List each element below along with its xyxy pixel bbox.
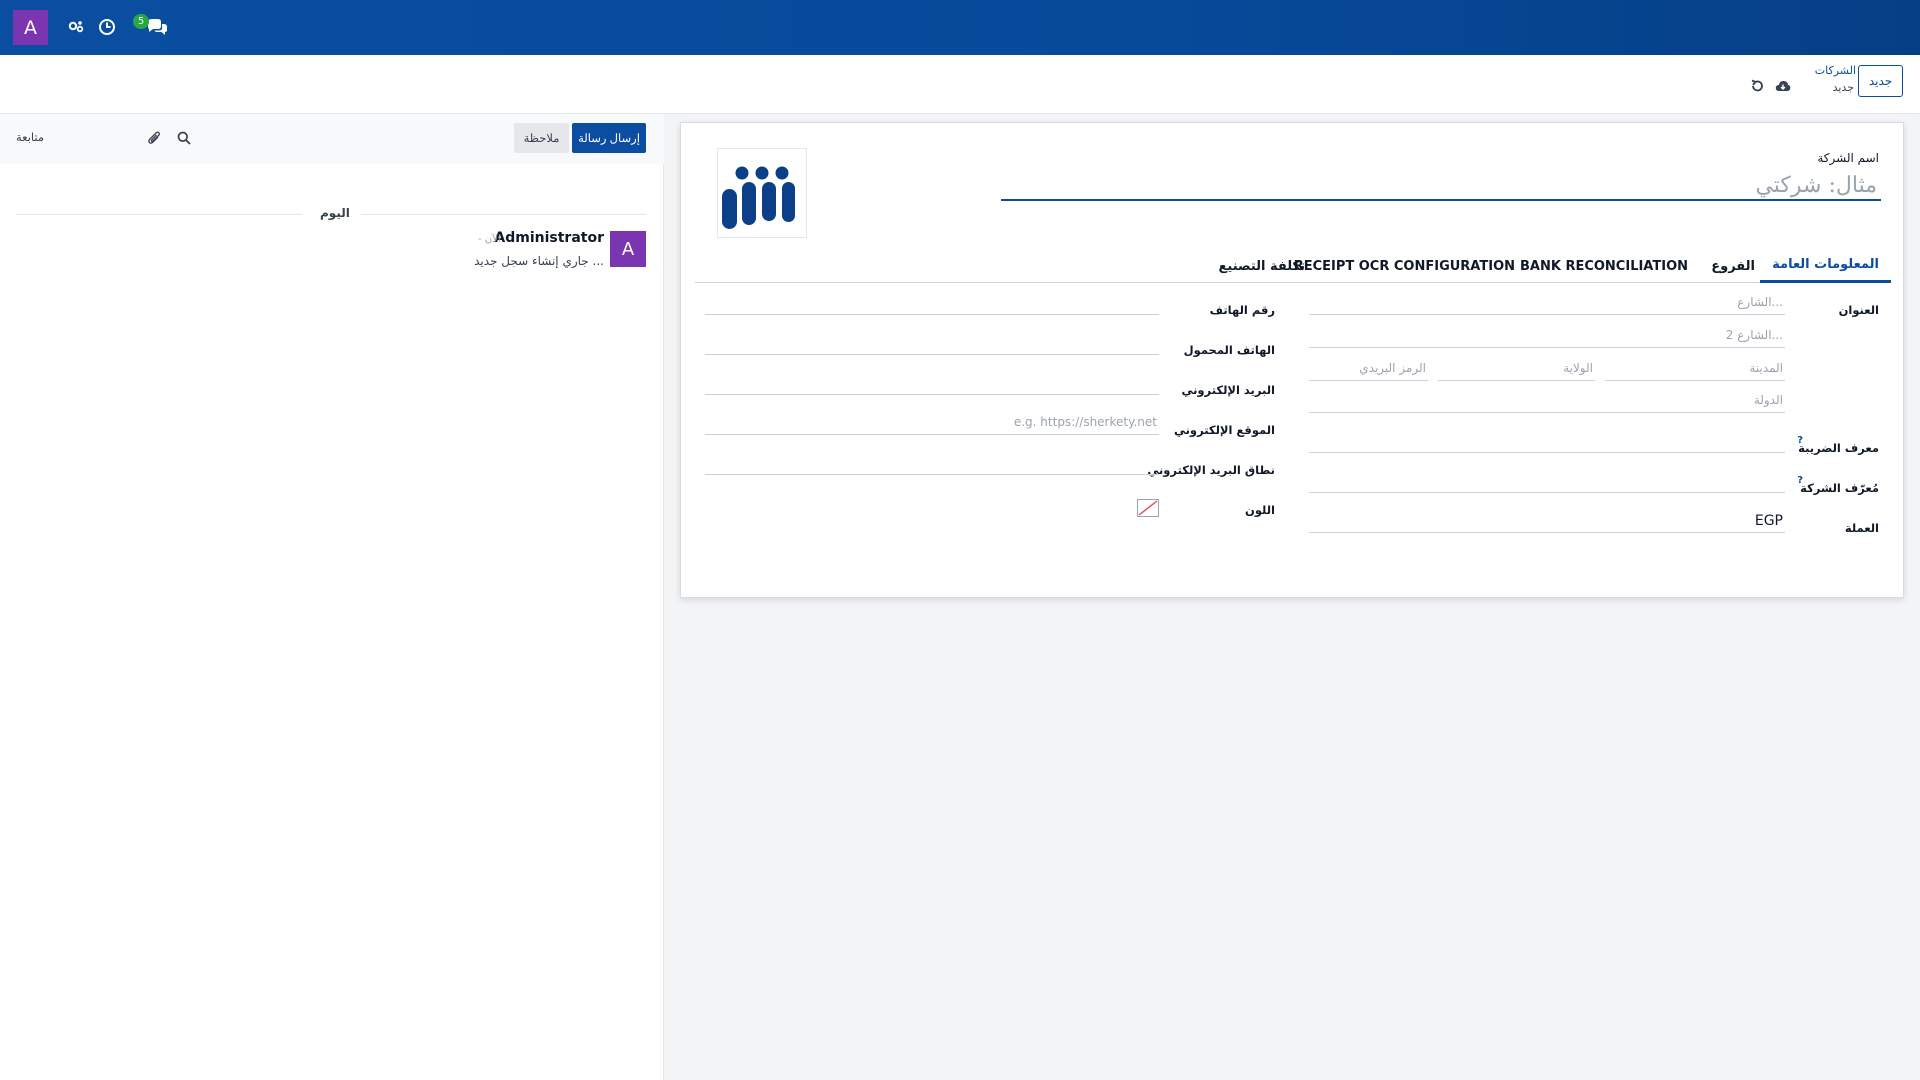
phone-input[interactable] — [705, 291, 1159, 315]
tab-receipt-ocr-configuration[interactable]: RECEIPT OCR CONFIGURATION — [1282, 249, 1527, 283]
top-navbar: A 5 — [0, 0, 1920, 55]
messages-count-badge: 5 — [133, 14, 149, 29]
message-body: جاري إنشاء سجل جديد ... — [474, 254, 604, 268]
color-label: اللون — [1245, 503, 1275, 517]
tab-general-info[interactable]: المعلومات العامة — [1760, 249, 1891, 283]
chatter-topbar: إرسال رسالة ملاحظة متابعة — [0, 114, 664, 164]
company-name-label: اسم الشركة — [1817, 151, 1879, 165]
currency-select[interactable]: EGP — [1309, 509, 1785, 533]
discard-icon[interactable] — [1748, 77, 1766, 95]
tax-id-input[interactable] — [1309, 429, 1785, 453]
country-input[interactable] — [1309, 389, 1785, 413]
settings-users-icon[interactable] — [64, 15, 88, 39]
address-label: العنوان — [1838, 303, 1879, 317]
form-tabs: المعلومات العامة الفروع BANK RECONCILIAT… — [695, 249, 1891, 283]
message-author-name[interactable]: Administrator — [494, 230, 604, 246]
email-input[interactable] — [705, 371, 1159, 395]
log-note-button[interactable]: ملاحظة — [514, 123, 569, 153]
send-message-button[interactable]: إرسال رسالة — [572, 123, 646, 153]
control-panel: جديد الشركات جديد — [0, 55, 1920, 114]
tax-id-label: معرف الضريبة — [1798, 441, 1879, 455]
tab-manufacturing-cost[interactable]: تكلفة التصنيع — [1207, 249, 1317, 283]
tax-id-help-icon[interactable]: ? — [1797, 435, 1803, 446]
day-separator-label: اليوم — [320, 206, 350, 220]
tab-bank-reconciliation[interactable]: BANK RECONCILIATION — [1508, 249, 1700, 283]
breadcrumb-current: جديد — [1832, 81, 1854, 94]
website-label: الموقع الإلكتروني — [1173, 423, 1275, 437]
clock-icon[interactable] — [95, 15, 119, 39]
state-input[interactable] — [1438, 357, 1595, 381]
company-form-sheet: اسم الشركة المعلومات العامة الفروع BANK … — [680, 122, 1904, 598]
follow-button[interactable]: متابعة — [16, 130, 44, 144]
street-input[interactable] — [1309, 291, 1785, 315]
color-picker[interactable] — [1137, 499, 1159, 517]
zip-input[interactable] — [1309, 357, 1428, 381]
day-separator: اليوم — [16, 204, 646, 224]
phone-label: رقم الهاتف — [1209, 303, 1275, 317]
chatter-panel: إرسال رسالة ملاحظة متابعة اليوم A Admini… — [0, 114, 664, 1080]
email-label: البريد الإلكتروني — [1181, 383, 1275, 397]
company-name-input[interactable] — [1001, 171, 1881, 201]
search-icon[interactable] — [175, 129, 193, 147]
mobile-input[interactable] — [705, 331, 1159, 355]
paperclip-icon[interactable] — [145, 129, 163, 147]
message-author-avatar[interactable]: A — [610, 231, 646, 267]
street2-input[interactable] — [1309, 324, 1785, 348]
currency-label: العملة — [1844, 521, 1879, 535]
message-timestamp: - الآن — [478, 234, 501, 245]
email-domain-label: نطاق البريد الإلكتروني — [1147, 463, 1275, 477]
breadcrumb-parent[interactable]: الشركات — [1815, 64, 1856, 77]
cloud-save-icon[interactable] — [1774, 77, 1792, 95]
email-domain-input[interactable] — [705, 451, 1159, 475]
website-input[interactable] — [705, 411, 1159, 435]
mobile-label: الهاتف المحمول — [1183, 343, 1275, 357]
company-id-label: مُعرّف الشركة — [1800, 481, 1879, 495]
new-record-button[interactable]: جديد — [1858, 65, 1903, 97]
company-logo[interactable] — [717, 148, 807, 238]
company-id-help-icon[interactable]: ? — [1797, 475, 1803, 486]
user-avatar[interactable]: A — [13, 10, 48, 45]
company-id-input[interactable] — [1309, 469, 1785, 493]
city-input[interactable] — [1605, 357, 1785, 381]
day-separator-line-left — [16, 214, 302, 215]
tab-branches[interactable]: الفروع — [1699, 249, 1767, 283]
day-separator-line-right — [361, 214, 646, 215]
